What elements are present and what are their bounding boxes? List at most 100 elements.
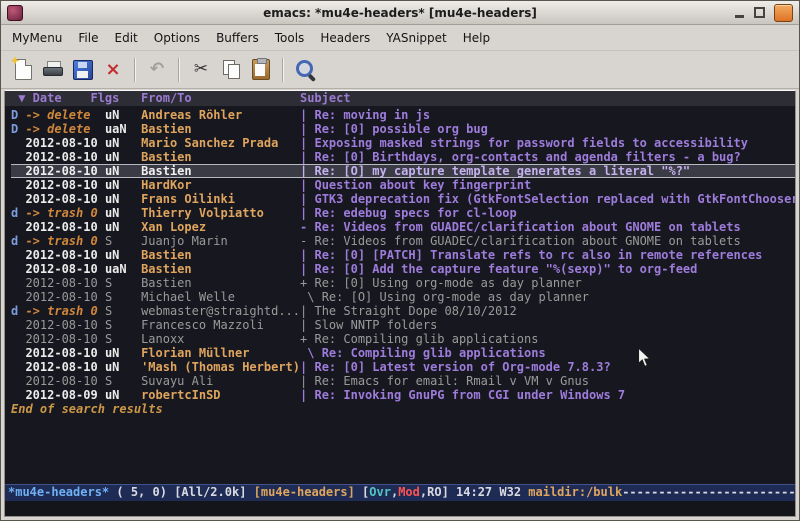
message-row-1[interactable]: D -> delete uN Andreas Röhler | Re: movi… [11,108,795,122]
message-row-12[interactable]: 2012-08-10 uaN Bastien | Re: [0] Add the… [11,262,795,276]
headers-column-bar[interactable]: ▼ Date Flgs From/To Subject [5,91,795,106]
titlebar[interactable]: emacs: *mu4e-headers* [mu4e-headers] [1,1,799,25]
modeline-segment-mode: [mu4e-headers] [254,485,362,499]
mark-field [11,220,25,234]
flags-field: uaN [105,262,141,276]
menu-item-mymenu[interactable]: MyMenu [4,27,70,49]
frame-content: ▼ Date Flgs From/To Subject D -> delete … [4,90,796,517]
message-row-7[interactable]: 2012-08-10 uN Frans Oilinki | GTK3 depre… [11,192,795,206]
thread-prefix: | [300,248,314,262]
paste-button[interactable] [246,55,276,85]
message-row-16[interactable]: 2012-08-10 S Francesco Mazzoli | Slow NN… [11,318,795,332]
date-field: -> trash 0 [25,304,104,318]
print-button[interactable] [38,55,68,85]
search-button[interactable] [290,55,320,85]
thread-prefix: | [300,136,314,150]
save-button[interactable] [68,55,98,85]
from-field: Michael Welle [141,290,300,304]
from-field: Florian Müllner [141,346,300,360]
toolbar-separator [134,58,136,82]
flags-field: S [105,276,141,290]
message-row-21[interactable]: 2012-08-09 uN robertcInSD | Re: Invoking… [11,388,795,402]
new-file-button[interactable] [8,55,38,85]
copy-button[interactable] [216,55,246,85]
date-field: 2012-08-09 [25,388,104,402]
message-row-17[interactable]: 2012-08-10 S Lanoxx + Re: Compiling glib… [11,332,795,346]
menu-item-edit[interactable]: Edit [107,27,146,49]
thread-prefix: | [300,178,314,192]
message-row-3[interactable]: 2012-08-10 uN Mario Sanchez Prada | Expo… [11,136,795,150]
window-menu-icon[interactable] [7,5,23,21]
mark-field [11,262,25,276]
date-field: 2012-08-10 [25,262,104,276]
menu-item-headers[interactable]: Headers [312,27,378,49]
menu-item-help[interactable]: Help [455,27,498,49]
thread-prefix: | [300,122,314,136]
subject-field: Re: [0] Using org-mode as day planner [314,276,581,290]
flags-field: S [105,318,141,332]
menu-item-yasnippet[interactable]: YASnippet [378,27,455,49]
message-row-19[interactable]: 2012-08-10 uN 'Mash (Thomas Herbert)| Re… [11,360,795,374]
from-field: robertcInSD [141,388,300,402]
menu-item-options[interactable]: Options [146,27,208,49]
message-row-11[interactable]: 2012-08-10 uN Bastien | Re: [0] [PATCH] … [11,248,795,262]
subject-field: Re: moving in js [314,108,430,122]
date-field: 2012-08-10 [25,290,104,304]
from-field: webmaster@straightd... [141,304,300,318]
thread-prefix: | [300,262,314,276]
maximize-button[interactable] [754,7,765,18]
undo-button[interactable]: ↶ [142,55,172,85]
message-row-6[interactable]: 2012-08-10 uN HardKor | Question about k… [11,178,795,192]
modeline-segment-mod: Mod [398,485,420,499]
subject-field: Re: [0] Latest version of Org-mode 7.8.3… [314,360,610,374]
mark-field: d [11,304,25,318]
print-icon [43,61,63,78]
flags-field: uN [105,136,141,150]
paste-icon [252,59,270,80]
from-field: Francesco Mazzoli [141,318,300,332]
menu-item-tools[interactable]: Tools [267,27,313,49]
message-row-13[interactable]: 2012-08-10 S Bastien + Re: [0] Using org… [11,276,795,290]
date-field: 2012-08-10 [25,248,104,262]
mode-line[interactable]: *mu4e-headers* ( 5, 0) [All/2.0k] [mu4e-… [5,484,795,501]
new-file-icon [15,59,32,80]
message-row-4[interactable]: 2012-08-10 uN Bastien | Re: [0] Birthday… [11,150,795,164]
message-row-9[interactable]: 2012-08-10 uN Xan Lopez - Re: Videos fro… [11,220,795,234]
toolbar-separator [282,58,284,82]
flags-field: uaN [105,122,141,136]
minimize-button[interactable] [734,7,745,18]
from-field: Suvayu Ali [141,374,300,388]
modeline-segment-dashes: ----------------------------------------… [622,485,795,499]
date-field: 2012-08-10 [25,192,104,206]
menu-item-file[interactable]: File [70,27,106,49]
cut-button[interactable]: ✂ [186,55,216,85]
close-button[interactable] [774,4,793,22]
mu4e-headers-buffer[interactable]: D -> delete uN Andreas Röhler | Re: movi… [5,106,795,484]
message-row-2[interactable]: D -> delete uaN Bastien | Re: [0] possib… [11,122,795,136]
menu-item-buffers[interactable]: Buffers [208,27,267,49]
thread-prefix: | [300,108,314,122]
close-button[interactable]: × [98,55,128,85]
date-field: 2012-08-10 [25,276,104,290]
flags-field: uN [105,360,141,374]
subject-field: Re: [0] Birthdays, org-contacts and agen… [314,150,740,164]
message-row-18[interactable]: 2012-08-10 uN Florian Müllner \ Re: Comp… [11,346,795,360]
subject-field: Slow NNTP folders [314,318,437,332]
message-row-20[interactable]: 2012-08-10 S Suvayu Ali | Re: Emacs for … [11,374,795,388]
message-row-15[interactable]: d -> trash 0 S webmaster@straightd...| T… [11,304,795,318]
subject-field: Re: Invoking GnuPG from CGI under Window… [314,388,625,402]
subject-field: Re: [0] possible org bug [314,122,487,136]
subject-field: Re: edebug specs for cl-loop [314,206,516,220]
date-field: 2012-08-10 [25,150,104,164]
mark-field: D [11,108,25,122]
date-field: 2012-08-10 [25,374,104,388]
flags-field: S [105,374,141,388]
message-row-8[interactable]: d -> trash 0 uN Thierry Volpiatto | Re: … [11,206,795,220]
message-row-5[interactable]: 2012-08-10 uN Bastien | Re: [O] my captu… [11,164,795,178]
subject-field: The Straight Dope 08/10/2012 [314,304,516,318]
date-field: 2012-08-10 [25,346,104,360]
message-row-14[interactable]: 2012-08-10 S Michael Welle \ Re: [O] Usi… [11,290,795,304]
modeline-segment-ovr: Ovr [369,485,391,499]
mark-field [11,136,25,150]
message-row-10[interactable]: d -> trash 0 S Juanjo Marin - Re: Videos… [11,234,795,248]
